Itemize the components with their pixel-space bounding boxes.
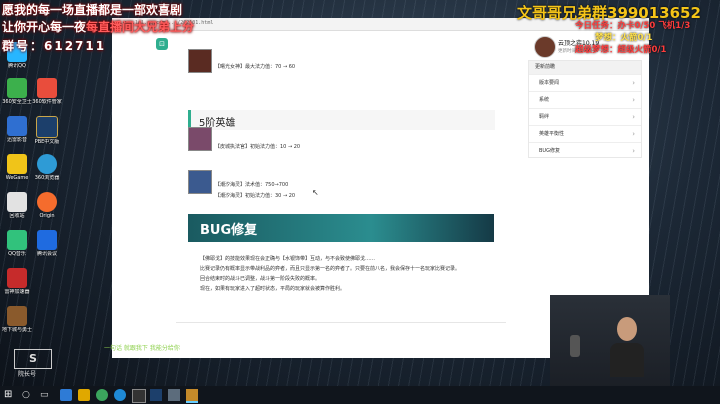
desktop-icon-qq-music[interactable]: QQ音乐 [2, 230, 32, 257]
chevron-right-icon: › [632, 96, 635, 104]
active-app-icon[interactable] [186, 389, 198, 403]
desktop-icon-360-browser[interactable]: 360浏览器 [32, 154, 62, 181]
overlay-task-2: 梦想：火箭0/1 [595, 33, 653, 43]
lol-client-icon[interactable] [150, 389, 162, 401]
app-manager-icon [37, 78, 57, 98]
category-item-system[interactable]: 系统 › [529, 91, 641, 108]
share-icon[interactable]: ⊡ [156, 38, 168, 50]
hero-entry-top: 【曙光女神】最大法力值：70 → 60 [188, 48, 295, 73]
wegame-icon [7, 154, 27, 174]
app-icon[interactable] [168, 389, 180, 401]
bug-fix-line: 比赛记录仍有概率显示带战利品的弈者，而且只显示第一名的弈者了。只要在前八名，我会… [200, 266, 461, 272]
webcam-feed [550, 295, 670, 387]
shield-icon [7, 78, 27, 98]
hero-portrait [188, 48, 212, 73]
chevron-right-icon: › [632, 113, 635, 121]
overlay-task-3: 超级梦想：超级火箭0/1 [575, 45, 667, 55]
desktop-icon-360-safe[interactable]: 360安全卫士 [2, 78, 32, 105]
hero-portrait [188, 126, 212, 151]
desktop-icon-qq-game[interactable]: 回收站 [2, 192, 32, 219]
bug-fix-line: 【佛耶戈】的技能效果现在会正确与【水银饰带】互动，与不会致使佛耶戈…… [200, 256, 376, 262]
microphone-icon [570, 335, 580, 357]
lol-icon [36, 116, 58, 138]
chevron-right-icon: › [632, 130, 635, 138]
desktop-icon-tencent-meeting[interactable]: 腾讯会议 [32, 230, 62, 257]
hero-entry-2: 【潮汐海灵】法术值：750→700 【潮汐海灵】初始法力值：30 → 20 [188, 162, 295, 202]
game-icon [7, 306, 27, 326]
overlay-group-number: 群号：612711 [2, 39, 107, 53]
desktop-icon-leishen[interactable]: 雷神加速器 [2, 268, 32, 295]
avatar[interactable] [534, 36, 556, 58]
chevron-right-icon: › [632, 147, 635, 155]
category-item-bugfix[interactable]: BUG修复 › [529, 142, 641, 159]
desktop-icon-360-manager[interactable]: 360软件管家 [32, 78, 62, 105]
category-item-news[interactable]: 版本要闻 › [529, 74, 641, 91]
hero-portrait [188, 170, 212, 194]
search-icon[interactable]: ○ [22, 389, 34, 401]
overlay-slogan-1: 愿我的每一场直播都是一部欢喜剧 [2, 3, 183, 17]
category-title: 更新前瞻 [529, 61, 641, 74]
obs-icon[interactable] [132, 389, 146, 403]
recycle-bin-icon [7, 192, 27, 212]
browser-icon [37, 154, 57, 174]
desktop-icon-origin[interactable]: Origin [32, 192, 62, 219]
desktop-icon-pbe[interactable]: PBE中文版 [32, 116, 62, 145]
accelerator-icon [7, 268, 27, 288]
desktop-icon-dnf[interactable]: 地下城与勇士 [2, 306, 32, 333]
bug-fix-banner: BUG修复 [188, 214, 494, 242]
windows-start-icon[interactable]: ⊞ [4, 389, 16, 401]
bug-fix-line: 现在，如果有玩家进入了超时状态，平局的玩家就会被算作胜利。 [200, 286, 346, 292]
category-nav: 更新前瞻 版本要闻 › 系统 › 羁绊 › 英雄平衡性 › BUG修复 › [528, 60, 642, 158]
explorer-icon[interactable] [60, 389, 72, 401]
origin-icon [37, 192, 57, 212]
hero-stat-line: 【曙光女神】最大法力值：70 → 60 [215, 64, 296, 70]
chevron-right-icon: › [632, 79, 635, 87]
category-item-traits[interactable]: 羁绊 › [529, 108, 641, 125]
player-icon [7, 116, 27, 136]
browser-360-icon[interactable] [96, 389, 108, 401]
overlay-task-1: 今日任务：办卡0/50 飞机1/3 [575, 21, 691, 31]
desktop-icon-thunder[interactable]: 迅雷影音 [2, 116, 32, 143]
article-divider [176, 322, 506, 323]
overlay-slogan-2: 让你开心每一夜每直播间大兄弟上分 [2, 20, 195, 34]
bug-fix-line: 回合结束时的战斗已调整，战斗第一阶段失败的概率。 [200, 276, 321, 282]
hero-stat-line: 【潮汐海灵】初始法力值：30 → 20 [215, 193, 296, 199]
bug-fix-title: BUG修复 [200, 223, 258, 238]
overlay-green-caption: 一句话 就跟我下 我能分给你 [104, 345, 180, 352]
desktop-icon-wegame[interactable]: WeGame [2, 154, 32, 181]
bug-fix-text: 【佛耶戈】的技能效果现在会正确与【水银饰带】互动，与不会致使佛耶戈…… 比赛记录… [200, 254, 490, 294]
hero-entry-1: 【皮城执法官】初始法力值：10 → 20 [188, 124, 300, 153]
game-caption: 院长号 [18, 371, 37, 378]
streamer-figure [610, 317, 644, 377]
folder-icon[interactable] [78, 389, 90, 401]
hero-stat-line: 【皮城执法官】初始法力值：10 → 20 [215, 144, 301, 150]
mouse-cursor-icon: ↖ [312, 188, 319, 197]
hero-stat-line: 【潮汐海灵】法术值：750→700 [215, 182, 289, 188]
task-view-icon[interactable]: ▭ [40, 389, 52, 401]
taskbar: ⊞ ○ ▭ [0, 386, 720, 404]
meeting-icon [37, 230, 57, 250]
music-icon [7, 230, 27, 250]
edge-icon[interactable] [114, 389, 126, 401]
category-item-balance[interactable]: 英雄平衡性 › [529, 125, 641, 142]
game-logo: S [14, 349, 52, 369]
